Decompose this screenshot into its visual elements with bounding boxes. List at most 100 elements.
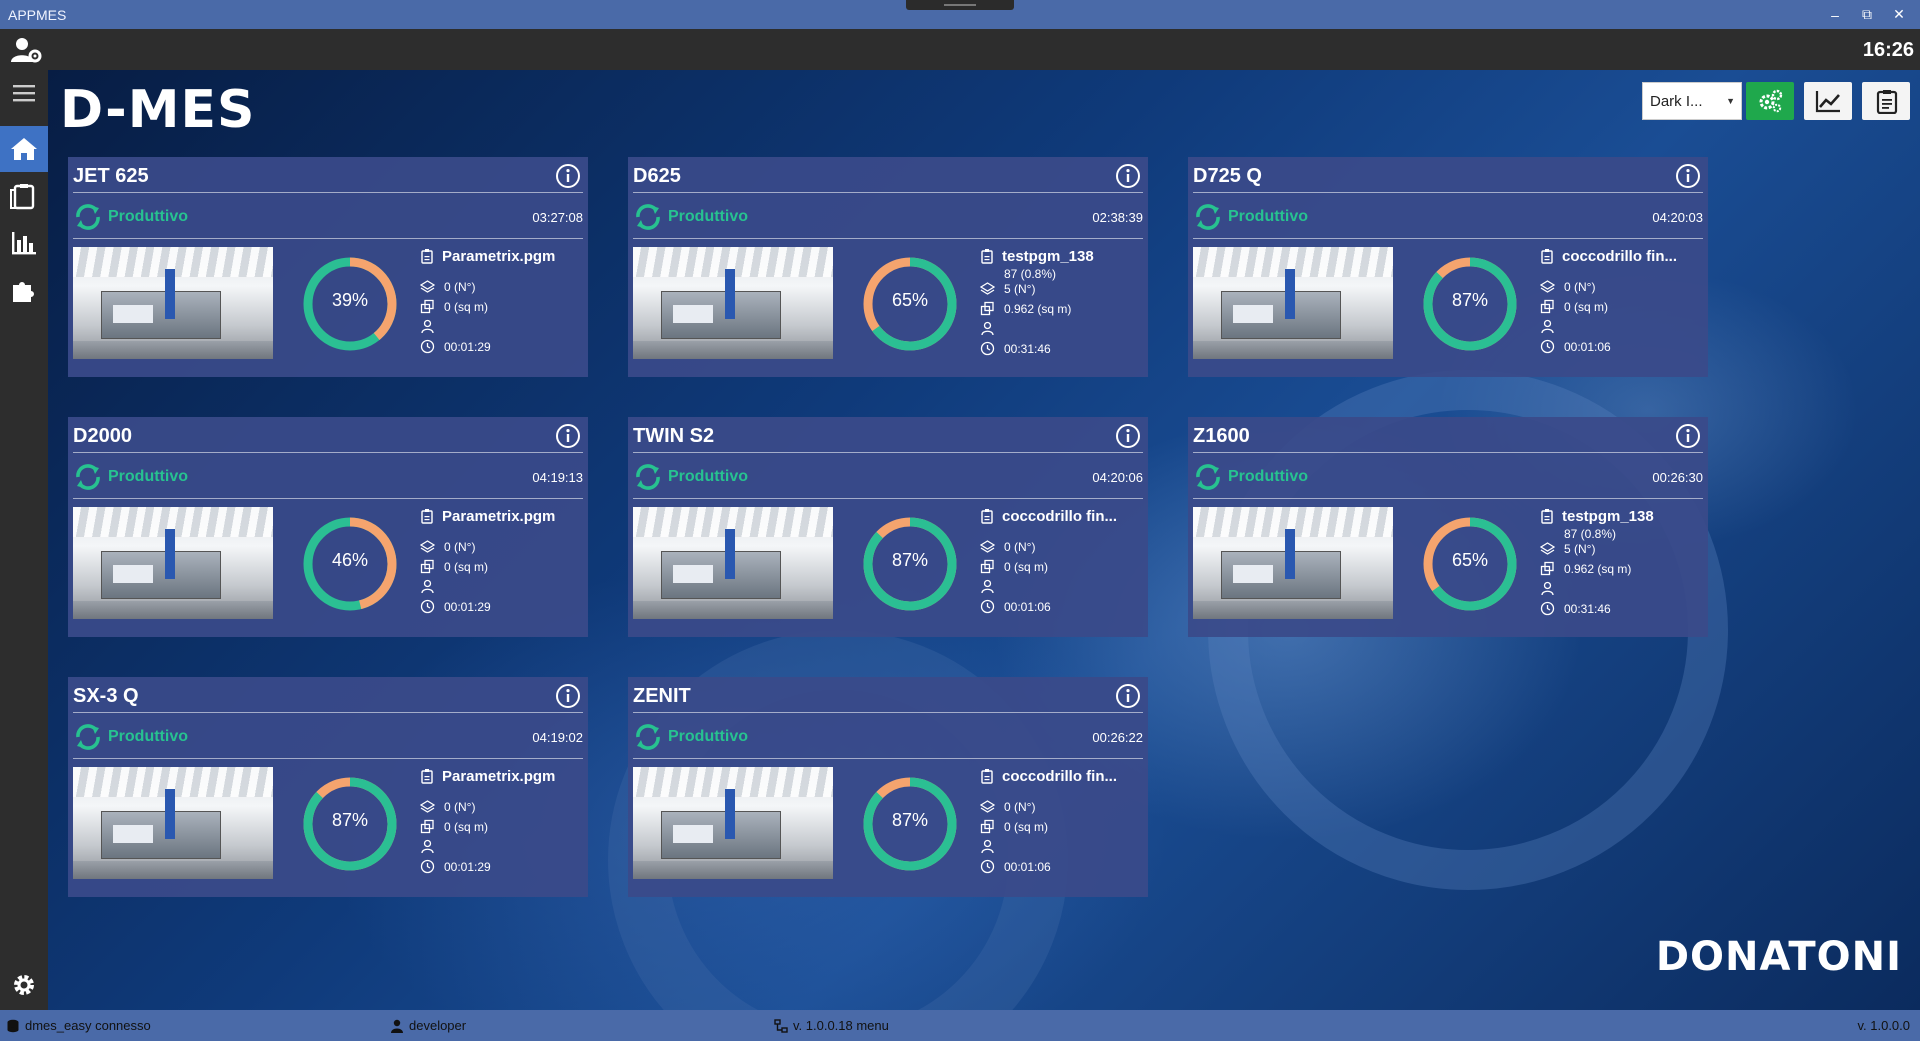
pieces-row: 0 (N°) (980, 798, 1145, 816)
sidebar-item-plugins[interactable] (0, 267, 48, 313)
sidebar-item-reports[interactable] (0, 173, 48, 219)
info-icon[interactable] (555, 163, 581, 189)
machine-card-header: SX-3 Q (73, 683, 583, 713)
report-button[interactable] (1862, 82, 1910, 120)
menu-version-text: v. 1.0.0.18 menu (793, 1018, 889, 1033)
app-version: v. 1.0.0.0 (1857, 1018, 1910, 1033)
restore-button[interactable]: ⧉ (1852, 0, 1882, 29)
duration-value: 00:01:06 (1564, 340, 1611, 354)
layers-icon (980, 282, 995, 295)
refresh-icon (76, 724, 100, 750)
machine-card[interactable]: TWIN S2 Produttivo 04:20:06 87% coccodri… (628, 417, 1148, 637)
theme-select[interactable]: Dark I... ▼ (1642, 82, 1742, 120)
sidebar (0, 70, 48, 1010)
bar-chart-icon (12, 232, 36, 255)
info-icon[interactable] (1675, 423, 1701, 449)
minimize-button[interactable]: – (1820, 0, 1850, 29)
pieces-row: 5 (N°) (980, 280, 1145, 298)
program-row: testpgm_138 (1540, 505, 1705, 527)
close-button[interactable]: ✕ (1884, 0, 1914, 29)
program-name: Parametrix.pgm (442, 508, 556, 525)
machine-settings-button[interactable] (1746, 82, 1794, 120)
info-icon[interactable] (1115, 423, 1141, 449)
area-icon (980, 559, 994, 574)
info-icon[interactable] (555, 683, 581, 709)
machine-name: ZENIT (633, 685, 691, 707)
pieces-value: 0 (N°) (1004, 800, 1036, 814)
info-icon[interactable] (1115, 683, 1141, 709)
machine-time: 04:19:02 (532, 730, 583, 745)
operator-icon (421, 579, 434, 594)
program-row: Parametrix.pgm (420, 505, 585, 527)
progress-donut: 65% (1420, 514, 1520, 614)
machine-status-row: Produttivo 04:20:03 (1193, 195, 1703, 239)
pieces-row: 0 (N°) (420, 798, 585, 816)
machine-card[interactable]: JET 625 Produttivo 03:27:08 39% Parametr… (68, 157, 588, 377)
clock-icon (980, 341, 995, 356)
duration-row: 00:31:46 (980, 340, 1145, 358)
layers-icon (980, 800, 995, 813)
program-row: coccodrillo fin... (980, 765, 1145, 787)
clock-icon (420, 599, 435, 614)
sidebar-item-settings[interactable] (0, 962, 48, 1008)
duration-value: 00:01:29 (444, 600, 491, 614)
user-icon (391, 1019, 403, 1033)
area-value: 0 (sq m) (1564, 300, 1609, 314)
user-settings-icon[interactable] (10, 36, 42, 64)
menu-toggle-button[interactable] (0, 70, 48, 116)
machine-card[interactable]: D625 Produttivo 02:38:39 65% testpgm_138… (628, 157, 1148, 377)
theme-select-value: Dark I... (1650, 92, 1703, 110)
machine-status: Produttivo (108, 468, 188, 485)
program-row: Parametrix.pgm (420, 765, 585, 787)
machine-card-header: Z1600 (1193, 423, 1703, 453)
line-chart-icon (1815, 91, 1840, 113)
user-status-text: developer (409, 1018, 467, 1033)
drag-handle[interactable] (906, 0, 1014, 10)
info-icon[interactable] (1115, 163, 1141, 189)
sidebar-item-statistics[interactable] (0, 220, 48, 266)
gears-icon (1759, 89, 1783, 113)
machine-status: Produttivo (1228, 468, 1308, 485)
machine-card[interactable]: Z1600 Produttivo 00:26:30 65% testpgm_13… (1188, 417, 1708, 637)
layers-icon (980, 540, 995, 553)
info-icon[interactable] (555, 423, 581, 449)
area-value: 0 (sq m) (1004, 560, 1049, 574)
refresh-icon (76, 464, 100, 490)
machine-card-header: D2000 (73, 423, 583, 453)
sidebar-item-home[interactable] (0, 126, 48, 172)
program-icon (981, 509, 993, 524)
program-name: coccodrillo fin... (1002, 508, 1118, 525)
window-title: APPMES (8, 6, 67, 23)
machine-card[interactable]: D2000 Produttivo 04:19:13 46% Parametrix… (68, 417, 588, 637)
clock-icon (980, 599, 995, 614)
machine-status: Produttivo (668, 728, 748, 745)
area-row: 0 (sq m) (1540, 298, 1705, 316)
caret-down-icon: ▼ (1726, 96, 1735, 106)
hamburger-icon (13, 85, 35, 102)
progress-donut: 87% (1420, 254, 1520, 354)
duration-value: 00:01:29 (444, 340, 491, 354)
machine-card[interactable]: ZENIT Produttivo 00:26:22 87% coccodrill… (628, 677, 1148, 897)
duration-value: 00:01:06 (1004, 860, 1051, 874)
pieces-value: 0 (N°) (444, 280, 476, 294)
info-icon[interactable] (1675, 163, 1701, 189)
program-row: testpgm_138 (980, 245, 1145, 267)
machine-card[interactable]: SX-3 Q Produttivo 04:19:02 87% Parametri… (68, 677, 588, 897)
operator-icon (981, 321, 994, 336)
charts-button[interactable] (1804, 82, 1852, 120)
operator-icon (421, 319, 434, 334)
progress-donut: 39% (300, 254, 400, 354)
program-icon (421, 769, 433, 784)
program-name: Parametrix.pgm (442, 248, 556, 265)
machine-photo (633, 767, 833, 879)
window-titlebar: APPMES – ⧉ ✕ (0, 0, 1920, 29)
machine-card-header: JET 625 (73, 163, 583, 193)
machine-name: JET 625 (73, 165, 149, 187)
machine-card[interactable]: D725 Q Produttivo 04:20:03 87% coccodril… (1188, 157, 1708, 377)
operator-icon (981, 579, 994, 594)
pieces-value: 0 (N°) (1564, 280, 1596, 294)
operator-row (980, 320, 1145, 338)
program-icon (1541, 509, 1553, 524)
area-value: 0 (sq m) (444, 820, 489, 834)
network-icon (774, 1018, 788, 1033)
